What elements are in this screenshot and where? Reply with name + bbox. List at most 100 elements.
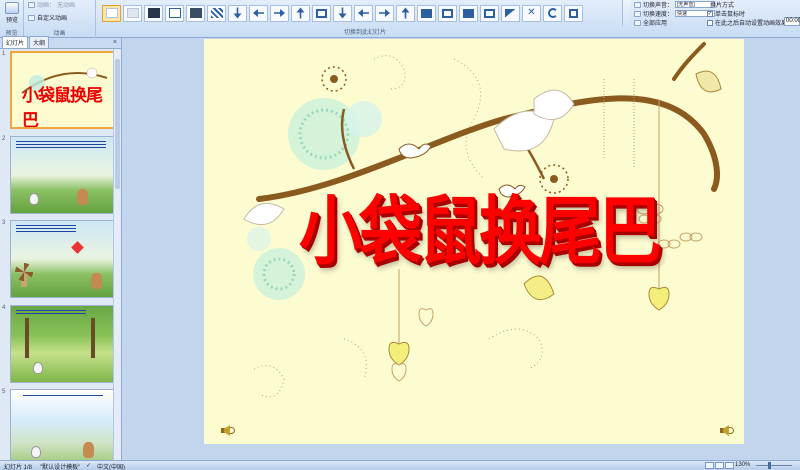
preview-group: 预览 预览 — [0, 0, 24, 38]
transition-none[interactable] — [102, 4, 121, 22]
after-time-option[interactable]: 在此之后自动设置动画效果： — [707, 18, 793, 27]
kangaroo-figure — [83, 442, 94, 458]
transition-wipe-down[interactable] — [228, 4, 247, 22]
transition-split[interactable] — [312, 4, 331, 22]
push-left-icon — [358, 9, 369, 17]
custom-animation-icon — [28, 14, 35, 21]
transition-wheel[interactable] — [543, 4, 562, 22]
thumbnail-text-lines — [16, 225, 76, 226]
transition-sound[interactable]: 切换声音： [无声音] — [634, 0, 716, 9]
tree-trunk — [91, 318, 95, 358]
rabbit-figure — [33, 362, 43, 374]
wheel-icon — [547, 8, 558, 18]
advance-heading: 换片方式 — [710, 3, 735, 9]
fade-icon — [126, 8, 139, 18]
theme-name[interactable]: "默认设计模板" — [40, 462, 80, 470]
transition-push-down[interactable] — [333, 4, 352, 22]
box-icon — [569, 8, 578, 18]
animation-icon — [28, 1, 35, 8]
slides-pane: 幻灯片 大纲 × 1 小袋鼠换尾巴 2 3 4 5 — [0, 36, 122, 467]
transition-push-right[interactable] — [375, 4, 394, 22]
thumbnail-text-lines — [23, 395, 103, 396]
on-click-checkbox[interactable]: ✓ — [707, 10, 713, 17]
slide-counter: 幻灯片 1/8 — [4, 465, 33, 470]
slide-title[interactable]: 小袋鼠换尾巴 — [299, 172, 662, 279]
x-icon: ✕ — [527, 7, 536, 18]
thumbnail-image — [10, 305, 116, 383]
thumbnail-title: 小袋鼠换尾巴 — [22, 86, 103, 129]
cut-icon — [168, 8, 181, 18]
advance-time-input[interactable]: 00:00 — [784, 17, 800, 26]
kangaroo-figure — [91, 273, 102, 289]
transition-fade[interactable] — [123, 4, 142, 22]
transition-box[interactable] — [564, 4, 583, 22]
rabbit-figure — [31, 446, 41, 458]
zoom-slider[interactable] — [756, 465, 792, 466]
transition-cover-left[interactable] — [438, 4, 457, 22]
kite-figure — [71, 241, 84, 254]
arrow-up-icon — [297, 8, 305, 19]
dissolve-icon — [210, 8, 223, 18]
windmill-figure — [15, 263, 33, 287]
tree-trunk — [25, 318, 29, 358]
transition-cover-up[interactable] — [480, 4, 499, 22]
transition-cover-right[interactable] — [459, 4, 478, 22]
cover-right-icon — [463, 8, 474, 18]
transition-cover-down[interactable] — [417, 4, 436, 22]
zoom-slider-knob[interactable] — [768, 462, 771, 469]
slideshow-view-icon[interactable] — [725, 462, 734, 469]
on-click-option[interactable]: ✓ 单击鼠标时 — [707, 9, 745, 18]
corner-icon — [505, 8, 516, 18]
zoom-level[interactable]: 130% — [735, 462, 750, 468]
arrow-left-icon — [253, 9, 264, 17]
transition-push-up[interactable] — [396, 4, 415, 22]
ribbon: 预览 预览 动画： 无动画 自定义动画 动画 ✕ 切换到此幻灯片 切换声音： [… — [0, 0, 800, 38]
slide-editor: 小袋鼠换尾巴 — [123, 38, 800, 460]
transition-random-bars[interactable]: ✕ — [522, 4, 541, 22]
tab-outline[interactable]: 大纲 — [29, 36, 50, 48]
tab-slides[interactable]: 幻灯片 — [2, 36, 29, 48]
preview-button[interactable]: 预览 — [3, 2, 21, 24]
language-indicator[interactable]: 中文(中国) — [97, 462, 125, 470]
transition-push-left[interactable] — [354, 4, 373, 22]
thumbnail-scrollbar[interactable] — [113, 49, 121, 460]
apply-all-icon — [634, 19, 641, 26]
transition-cut[interactable] — [165, 4, 184, 22]
thumbnail-image — [10, 389, 116, 467]
transition-fade-black[interactable] — [144, 4, 163, 22]
sorter-view-icon[interactable] — [715, 462, 724, 469]
thumbnail-image — [10, 220, 116, 298]
sound-icon-left[interactable] — [221, 424, 235, 436]
transition-corner[interactable] — [501, 4, 520, 22]
transition-group-label: 切换到此幻灯片 — [343, 30, 386, 36]
after-time-checkbox[interactable] — [707, 19, 713, 26]
close-pane-icon[interactable]: × — [113, 38, 117, 48]
transition-gallery: ✕ — [100, 0, 630, 26]
transition-cut-black[interactable] — [186, 4, 205, 22]
arrow-down-icon — [234, 8, 242, 19]
scrollbar-thumb[interactable] — [115, 59, 120, 189]
apply-all-button[interactable]: 全部应用 — [634, 18, 667, 27]
animation-dropdown[interactable]: 动画： 无动画 — [28, 0, 75, 9]
preview-icon — [5, 2, 19, 14]
thumbnail-image — [10, 136, 116, 214]
cut-black-icon — [189, 8, 202, 18]
thumbnail-text-lines — [16, 141, 106, 142]
transition-speed[interactable]: 切换速度： 快速 — [634, 9, 716, 18]
thumbnail-image: 小袋鼠换尾巴 — [10, 51, 116, 129]
slide-canvas[interactable]: 小袋鼠换尾巴 — [204, 39, 744, 444]
cover-left-icon — [442, 8, 453, 18]
spellcheck-icon[interactable]: ✓ — [86, 462, 91, 469]
gallery-scroll[interactable] — [622, 0, 630, 26]
transition-dissolve[interactable] — [207, 4, 226, 22]
arrow-right-icon — [274, 9, 285, 17]
custom-animation-button[interactable]: 自定义动画 — [28, 13, 67, 22]
transition-wipe-left[interactable] — [249, 4, 268, 22]
cover-down-icon — [421, 8, 432, 18]
sound-icon-right[interactable] — [720, 424, 734, 436]
normal-view-icon[interactable] — [705, 462, 714, 469]
rabbit-figure — [29, 193, 39, 205]
transition-wipe-right[interactable] — [270, 4, 289, 22]
transition-wipe-up[interactable] — [291, 4, 310, 22]
thumbnail-text-lines — [16, 310, 86, 311]
